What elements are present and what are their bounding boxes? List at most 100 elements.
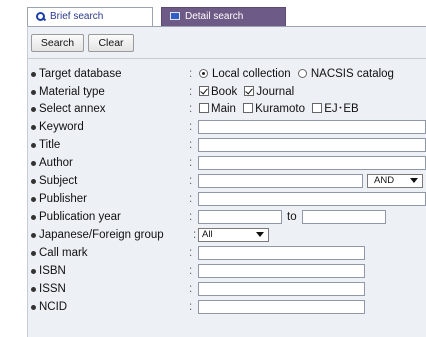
checkbox-book[interactable]: Book <box>199 86 237 98</box>
row-issn: ISSN : <box>0 281 426 298</box>
radio-selected-icon <box>199 69 208 78</box>
toolbar-divider <box>27 58 426 59</box>
colon: : <box>189 68 193 80</box>
japanese-foreign-group-value: All <box>202 229 213 240</box>
detail-search-icon <box>170 12 180 21</box>
isbn-input[interactable] <box>198 264 365 278</box>
author-label: Author <box>39 157 73 169</box>
issn-label: ISSN <box>39 283 66 295</box>
row-target-database: Target database : Local collection NACSI… <box>0 66 426 83</box>
bullet-icon <box>31 179 36 184</box>
call-mark-input[interactable] <box>198 246 365 260</box>
title-label: Title <box>39 139 61 151</box>
bullet-icon <box>31 197 36 202</box>
target-database-options: Local collection NACSIS catalog <box>199 67 398 82</box>
colon: : <box>189 301 193 313</box>
radio-unselected-icon <box>297 69 307 78</box>
target-database-label: Target database <box>39 68 122 80</box>
row-publisher: Publisher : <box>0 191 426 208</box>
colon: : <box>189 283 193 295</box>
bullet-icon <box>31 287 36 292</box>
row-material-type: Material type : Book Journal <box>0 84 426 101</box>
publication-year-label: Publication year <box>39 211 121 223</box>
checkbox-checked-icon <box>199 86 209 96</box>
radio-nacsis-catalog[interactable]: NACSIS catalog <box>297 68 394 80</box>
subject-operator-select[interactable]: AND <box>367 174 423 188</box>
bullet-icon <box>31 251 36 256</box>
colon: : <box>189 193 193 205</box>
row-subject: Subject : AND <box>0 173 426 190</box>
bullet-icon <box>31 72 36 77</box>
clear-button[interactable]: Clear <box>88 34 134 52</box>
colon: : <box>193 229 197 241</box>
checkbox-kuramoto[interactable]: Kuramoto <box>243 103 305 115</box>
radio-local-collection[interactable]: Local collection <box>199 68 291 80</box>
publisher-input[interactable] <box>198 192 426 206</box>
publication-year-from-input[interactable] <box>198 210 282 224</box>
colon: : <box>189 211 193 223</box>
select-annex-options: Main Kuramoto EJ･EB <box>199 102 363 117</box>
colon: : <box>189 175 193 187</box>
japanese-foreign-group-select[interactable]: All <box>198 228 269 242</box>
colon: : <box>189 103 193 115</box>
row-isbn: ISBN : <box>0 263 426 280</box>
checkbox-checked-icon <box>244 86 255 96</box>
bullet-icon <box>31 143 36 148</box>
isbn-label: ISBN <box>39 265 66 277</box>
checkbox-unchecked-icon <box>312 103 323 113</box>
row-japanese-foreign-group: Japanese/Foreign group : All <box>0 227 426 244</box>
tab-brief-search-label: Brief search <box>50 11 104 22</box>
issn-input[interactable] <box>198 282 365 296</box>
colon: : <box>189 139 193 151</box>
checkbox-main[interactable]: Main <box>199 103 236 115</box>
colon: : <box>189 247 193 259</box>
subject-operator-value: AND <box>374 175 395 186</box>
checkbox-unchecked-icon <box>243 103 254 113</box>
subject-input[interactable] <box>198 174 363 188</box>
chevron-down-icon <box>410 178 418 183</box>
row-keyword: Keyword : <box>0 119 426 136</box>
publisher-label: Publisher <box>39 193 87 205</box>
bullet-icon <box>31 161 36 166</box>
bullet-icon <box>31 269 36 274</box>
search-button[interactable]: Search <box>31 34 84 52</box>
bullet-icon <box>31 305 36 310</box>
chevron-down-icon <box>256 232 264 237</box>
bullet-icon <box>31 125 36 130</box>
row-call-mark: Call mark : <box>0 245 426 262</box>
subject-label: Subject <box>39 175 78 187</box>
keyword-input[interactable] <box>198 120 426 134</box>
checkbox-journal[interactable]: Journal <box>244 86 294 98</box>
select-annex-label: Select annex <box>39 103 106 115</box>
row-title: Title : <box>0 137 426 154</box>
ncid-input[interactable] <box>198 300 365 314</box>
tab-detail-search[interactable]: Detail search <box>161 7 286 27</box>
title-input[interactable] <box>198 138 426 152</box>
publication-year-to-label: to <box>287 211 297 223</box>
tab-brief-search[interactable]: Brief search <box>27 7 153 27</box>
call-mark-label: Call mark <box>39 247 88 259</box>
row-publication-year: Publication year : to <box>0 209 426 226</box>
ncid-label: NCID <box>39 301 68 313</box>
row-author: Author : <box>0 155 426 172</box>
bullet-icon <box>31 107 36 112</box>
row-ncid: NCID : <box>0 299 426 316</box>
tab-detail-search-label: Detail search <box>185 11 244 22</box>
author-input[interactable] <box>198 156 426 170</box>
material-type-options: Book Journal <box>199 85 298 100</box>
row-select-annex: Select annex : Main Kuramoto EJ･EB <box>0 101 426 118</box>
search-icon <box>36 11 45 21</box>
bullet-icon <box>31 90 36 95</box>
checkbox-ej-eb[interactable]: EJ･EB <box>312 103 359 115</box>
colon: : <box>189 157 193 169</box>
checkbox-unchecked-icon <box>199 103 209 113</box>
japanese-foreign-group-label: Japanese/Foreign group <box>39 229 164 241</box>
keyword-label: Keyword <box>39 121 84 133</box>
colon: : <box>189 265 193 277</box>
bullet-icon <box>31 215 36 220</box>
material-type-label: Material type <box>39 86 105 98</box>
publication-year-to-input[interactable] <box>302 210 386 224</box>
bullet-icon <box>31 233 36 238</box>
colon: : <box>189 86 193 98</box>
colon: : <box>189 121 193 133</box>
